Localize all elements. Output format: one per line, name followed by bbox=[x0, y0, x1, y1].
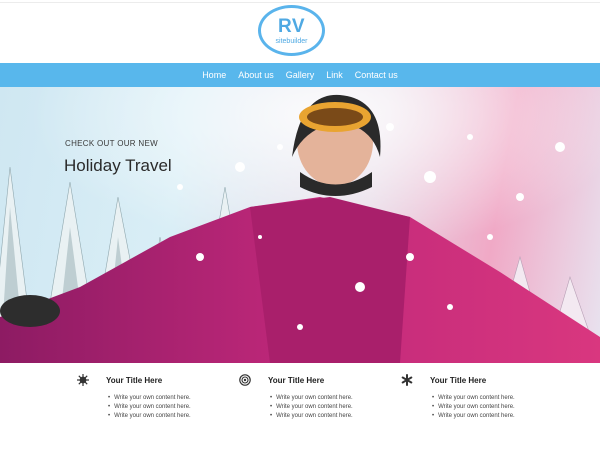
target-icon bbox=[239, 374, 251, 386]
hero-banner: CHECK OUT OUR NEW Holiday Travel bbox=[0, 87, 600, 363]
site-logo[interactable]: RV sitebuilder bbox=[258, 5, 325, 56]
feature-list: Write your own content here. Write your … bbox=[108, 394, 191, 421]
list-item: Write your own content here. bbox=[270, 412, 353, 421]
nav-contact-us[interactable]: Contact us bbox=[355, 70, 398, 80]
nav-gallery[interactable]: Gallery bbox=[286, 70, 315, 80]
asterisk-icon bbox=[401, 374, 413, 386]
feature-title: Your Title Here bbox=[430, 376, 487, 385]
nav-link[interactable]: Link bbox=[326, 70, 343, 80]
main-nav: Home About us Gallery Link Contact us bbox=[0, 63, 600, 87]
feature-list: Write your own content here. Write your … bbox=[432, 394, 515, 421]
page: RV sitebuilder Home About us Gallery Lin… bbox=[0, 0, 600, 450]
list-item: Write your own content here. bbox=[432, 394, 515, 403]
hero-title: Holiday Travel bbox=[64, 156, 172, 175]
nav-home[interactable]: Home bbox=[202, 70, 226, 80]
list-item: Write your own content here. bbox=[108, 403, 191, 412]
logo-text: RV bbox=[277, 16, 306, 37]
hero-image bbox=[0, 87, 600, 363]
list-item: Write your own content here. bbox=[108, 394, 191, 403]
sunburst-icon bbox=[77, 374, 89, 386]
list-item: Write your own content here. bbox=[270, 403, 353, 412]
top-divider bbox=[0, 2, 600, 3]
feature-title: Your Title Here bbox=[106, 376, 163, 385]
logo-subtext: sitebuilder bbox=[275, 38, 308, 45]
feature-list: Write your own content here. Write your … bbox=[270, 394, 353, 421]
list-item: Write your own content here. bbox=[432, 403, 515, 412]
hero-kicker: CHECK OUT OUR NEW bbox=[65, 139, 158, 148]
list-item: Write your own content here. bbox=[108, 412, 191, 421]
list-item: Write your own content here. bbox=[270, 394, 353, 403]
feature-title: Your Title Here bbox=[268, 376, 325, 385]
nav-about-us[interactable]: About us bbox=[238, 70, 274, 80]
list-item: Write your own content here. bbox=[432, 412, 515, 421]
